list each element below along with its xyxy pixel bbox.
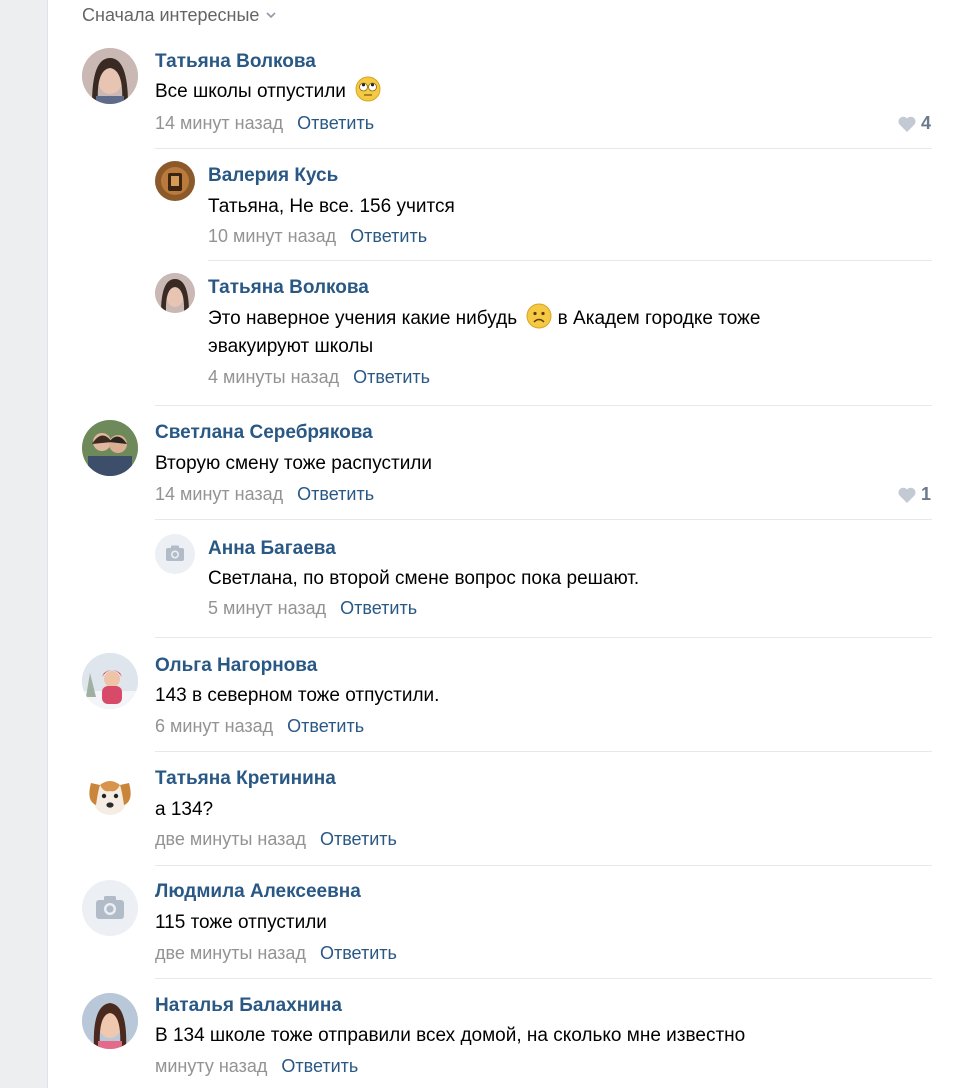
chevron-down-icon bbox=[266, 12, 276, 19]
separator bbox=[155, 405, 932, 406]
reply-link[interactable]: Ответить bbox=[281, 1056, 358, 1077]
author-name[interactable]: Татьяна Волкова bbox=[155, 51, 316, 73]
timestamp[interactable]: минуту назад bbox=[155, 1056, 267, 1077]
author-name[interactable]: Валерия Кусь bbox=[208, 165, 338, 187]
author-name[interactable]: Анна Багаева bbox=[208, 538, 336, 560]
timestamp[interactable]: 14 минут назад bbox=[155, 484, 283, 505]
camera-icon bbox=[96, 896, 124, 919]
separator bbox=[155, 519, 932, 520]
separator bbox=[155, 148, 932, 149]
comment-text: Вторую смену тоже распустили bbox=[155, 453, 433, 474]
heart-icon bbox=[898, 487, 916, 503]
separator bbox=[155, 751, 932, 752]
avatar[interactable] bbox=[82, 653, 138, 709]
comment-meta: 5 минут назад Ответить bbox=[208, 598, 417, 619]
comment-meta: 10 минут назад Ответить bbox=[208, 226, 427, 247]
reply-link[interactable]: Ответить bbox=[297, 113, 374, 134]
separator bbox=[155, 637, 932, 638]
author-name[interactable]: Татьяна Волкова bbox=[208, 277, 369, 299]
reply-link[interactable]: Ответить bbox=[320, 943, 397, 964]
author-name[interactable]: Наталья Балахнина bbox=[155, 995, 342, 1017]
reply-link[interactable]: Ответить bbox=[350, 226, 427, 247]
heart-icon bbox=[898, 116, 916, 132]
avatar[interactable] bbox=[82, 48, 138, 104]
like-count: 4 bbox=[920, 113, 931, 133]
avatar[interactable] bbox=[82, 767, 138, 823]
comment-meta: две минуты назад Ответить bbox=[155, 943, 397, 964]
comment-text: Все школы отпустили bbox=[155, 76, 381, 106]
comment-text: а 134? bbox=[155, 799, 214, 820]
comment-text: В 134 школе тоже отправили всех домой, н… bbox=[155, 1025, 746, 1046]
comment-meta: 14 минут назад Ответить bbox=[155, 113, 374, 134]
timestamp[interactable]: 6 минут назад bbox=[155, 716, 273, 737]
comment-text-start: Это наверное учения какие нибудь bbox=[208, 308, 518, 329]
separator bbox=[155, 865, 932, 866]
reply-link[interactable]: Ответить bbox=[340, 598, 417, 619]
author-name[interactable]: Ольга Нагорнова bbox=[155, 655, 317, 677]
separator bbox=[208, 260, 932, 261]
author-name[interactable]: Светлана Серебрякова bbox=[155, 422, 373, 444]
timestamp[interactable]: две минуты назад bbox=[155, 943, 306, 964]
sort-dropdown[interactable]: Сначала интересные bbox=[82, 4, 277, 26]
comment-text-line2: эвакуируют школы bbox=[208, 336, 374, 357]
avatar[interactable] bbox=[155, 273, 195, 313]
timestamp[interactable]: 4 минуты назад bbox=[208, 367, 339, 388]
avatar[interactable] bbox=[82, 880, 138, 936]
comment-text: 115 тоже отпустили bbox=[155, 912, 327, 933]
separator bbox=[155, 978, 932, 979]
comment-meta: минуту назад Ответить bbox=[155, 1056, 358, 1077]
reply-link[interactable]: Ответить bbox=[287, 716, 364, 737]
comment-meta: 14 минут назад Ответить bbox=[155, 484, 374, 505]
rolling-eyes-emoji bbox=[355, 76, 381, 102]
left-gutter bbox=[0, 0, 48, 1088]
timestamp[interactable]: 5 минут назад bbox=[208, 598, 326, 619]
reply-link[interactable]: Ответить bbox=[297, 484, 374, 505]
comment-meta: две минуты назад Ответить bbox=[155, 829, 397, 850]
avatar[interactable] bbox=[155, 534, 195, 574]
author-name[interactable]: Татьяна Кретинина bbox=[155, 768, 336, 790]
avatar[interactable] bbox=[155, 161, 195, 201]
author-name[interactable]: Людмила Алексеевна bbox=[155, 881, 361, 903]
comment-text-content: Все школы отпустили bbox=[155, 81, 346, 102]
like-button[interactable]: 1 bbox=[897, 484, 931, 505]
like-count: 1 bbox=[920, 484, 931, 504]
camera-icon bbox=[166, 545, 184, 561]
reply-link[interactable]: Ответить bbox=[353, 367, 430, 388]
avatar[interactable] bbox=[82, 993, 138, 1049]
comment-text: 143 в северном тоже отпустили. bbox=[155, 685, 440, 706]
comment-text-end: в Академ городке тоже bbox=[557, 308, 761, 329]
comment-meta: 6 минут назад Ответить bbox=[155, 716, 364, 737]
avatar[interactable] bbox=[82, 420, 138, 476]
comment-meta: 4 минуты назад Ответить bbox=[208, 367, 430, 388]
timestamp[interactable]: две минуты назад bbox=[155, 829, 306, 850]
comment-text: Татьяна, Не все. 156 учится bbox=[208, 196, 455, 217]
comment-text: Это наверное учения какие нибудь в Акаде… bbox=[208, 303, 760, 333]
timestamp[interactable]: 14 минут назад bbox=[155, 113, 283, 134]
sad-face-emoji bbox=[526, 303, 552, 329]
timestamp[interactable]: 10 минут назад bbox=[208, 226, 336, 247]
comment-text: Светлана, по второй смене вопрос пока ре… bbox=[208, 568, 640, 589]
sort-label: Сначала интересные bbox=[82, 4, 260, 25]
like-button[interactable]: 4 bbox=[897, 113, 931, 134]
reply-link[interactable]: Ответить bbox=[320, 829, 397, 850]
